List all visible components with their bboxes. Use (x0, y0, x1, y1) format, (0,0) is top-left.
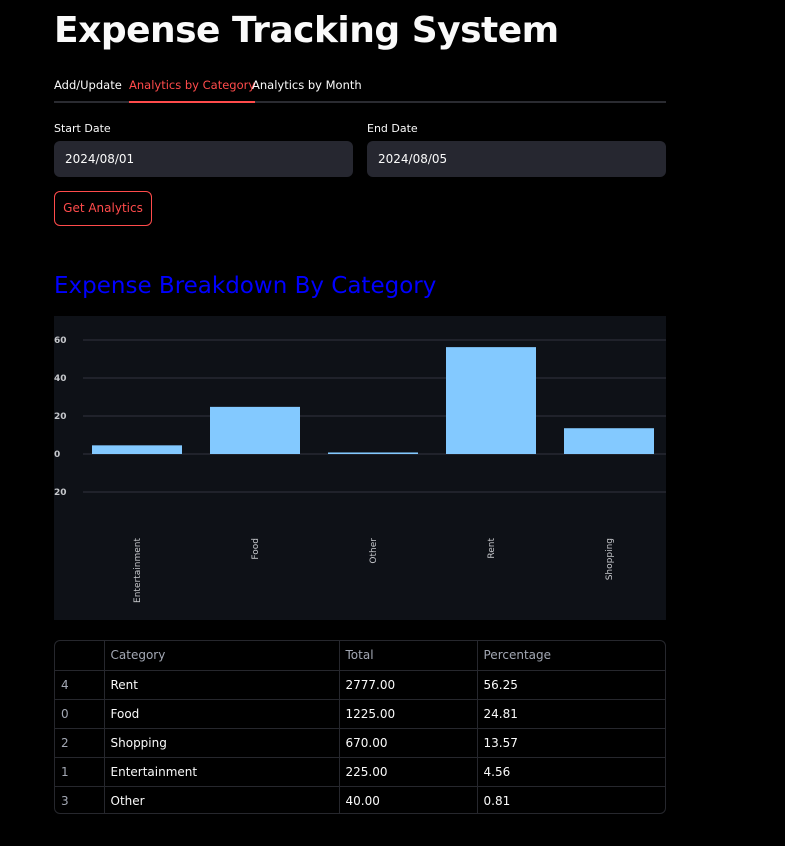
table-row: 2 Shopping 670.00 13.57 (55, 728, 665, 758)
tab-analytics-by-category[interactable]: Analytics by Category (129, 78, 256, 103)
end-date-input[interactable]: 2024/08/05 (367, 141, 666, 177)
row-category: Entertainment (104, 757, 340, 787)
y-tick-label: 20 (54, 488, 67, 498)
x-tick-label: Entertainment (133, 538, 143, 603)
bar-shopping[interactable] (564, 428, 654, 454)
bar-chart: 60 40 20 0 20 Entertainment Food Other Rent Shopp… (54, 316, 666, 620)
bar-entertainment[interactable] (92, 445, 182, 454)
row-percentage: 24.81 (477, 699, 665, 729)
table-header-row: Category Total Percentage (55, 641, 665, 671)
row-total: 225.00 (339, 757, 478, 787)
tab-analytics-by-month[interactable]: Analytics by Month (252, 78, 362, 103)
table-header-index (55, 641, 105, 671)
x-tick-label: Other (369, 538, 379, 564)
table-row: 3 Other 40.00 0.81 (55, 786, 665, 813)
row-index: 2 (55, 728, 105, 758)
x-tick-label: Shopping (605, 538, 615, 580)
row-index: 0 (55, 699, 105, 729)
y-tick-label: 40 (54, 374, 67, 384)
page-title: Expense Tracking System (54, 10, 559, 51)
bar-food[interactable] (210, 406, 300, 454)
bar-rent[interactable] (446, 347, 536, 454)
bar-other[interactable] (328, 452, 418, 454)
y-tick-label: 20 (54, 412, 67, 422)
y-tick-label: 60 (54, 336, 67, 346)
table-row: 1 Entertainment 225.00 4.56 (55, 757, 665, 787)
tab-add-update[interactable]: Add/Update (54, 78, 122, 103)
get-analytics-button[interactable]: Get Analytics (54, 191, 152, 226)
row-percentage: 56.25 (477, 670, 665, 700)
x-tick-label: Food (251, 538, 261, 560)
tab-bar: Add/Update Analytics by Category Analyti… (54, 78, 666, 103)
start-date-input[interactable]: 2024/08/01 (54, 141, 353, 177)
row-category: Rent (104, 670, 340, 700)
row-category: Food (104, 699, 340, 729)
y-tick-label: 0 (54, 450, 60, 460)
start-date-label: Start Date (54, 122, 111, 135)
end-date-label: End Date (367, 122, 418, 135)
section-title: Expense Breakdown By Category (54, 273, 437, 299)
row-index: 3 (55, 786, 105, 813)
table-row: 0 Food 1225.00 24.81 (55, 699, 665, 729)
row-index: 4 (55, 670, 105, 700)
x-tick-label: Rent (487, 538, 497, 559)
table-header-percentage[interactable]: Percentage (477, 641, 665, 671)
row-total: 1225.00 (339, 699, 478, 729)
row-category: Shopping (104, 728, 340, 758)
data-table: Category Total Percentage 4 Rent 2777.00… (54, 640, 666, 814)
table-header-category[interactable]: Category (104, 641, 340, 671)
table-header-total[interactable]: Total (339, 641, 478, 671)
row-percentage: 4.56 (477, 757, 665, 787)
row-percentage: 0.81 (483, 793, 511, 808)
row-percentage: 13.57 (477, 728, 665, 758)
row-category: Other (104, 786, 340, 813)
row-total: 2777.00 (339, 670, 478, 700)
table-row: 4 Rent 2777.00 56.25 (55, 670, 665, 700)
row-index: 1 (55, 757, 105, 787)
row-total: 670.00 (339, 728, 478, 758)
row-total: 40.00 (339, 786, 478, 813)
bar-chart-svg: 60 40 20 0 20 Entertainment Food Other Rent Shopp… (54, 336, 666, 603)
